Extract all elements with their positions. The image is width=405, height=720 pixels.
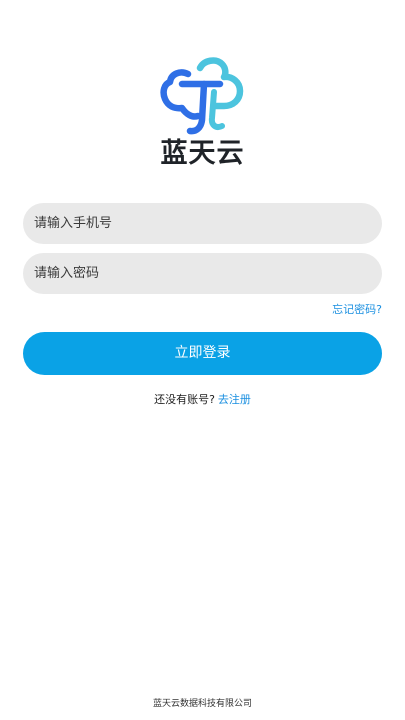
phone-input[interactable] (23, 203, 382, 244)
login-button[interactable]: 立即登录 (23, 332, 382, 375)
login-screen: 蓝天云 忘记密码? 立即登录 还没有账号?去注册 蓝天云数据科技有限公司 (0, 0, 405, 720)
password-input[interactable] (23, 253, 382, 294)
register-link[interactable]: 去注册 (218, 393, 251, 406)
phone-field[interactable] (23, 203, 382, 244)
password-field[interactable] (23, 253, 382, 294)
register-prompt: 还没有账号? (154, 393, 215, 406)
cloud-t-logo-icon (160, 56, 244, 136)
register-row: 还没有账号? 去注册 (0, 392, 405, 408)
footer-company: 蓝天云数据科技有限公司 (152, 699, 252, 709)
forgot-password-link[interactable]: 忘记密码? (332, 302, 382, 318)
brand-name: 蓝天云 (160, 138, 245, 169)
